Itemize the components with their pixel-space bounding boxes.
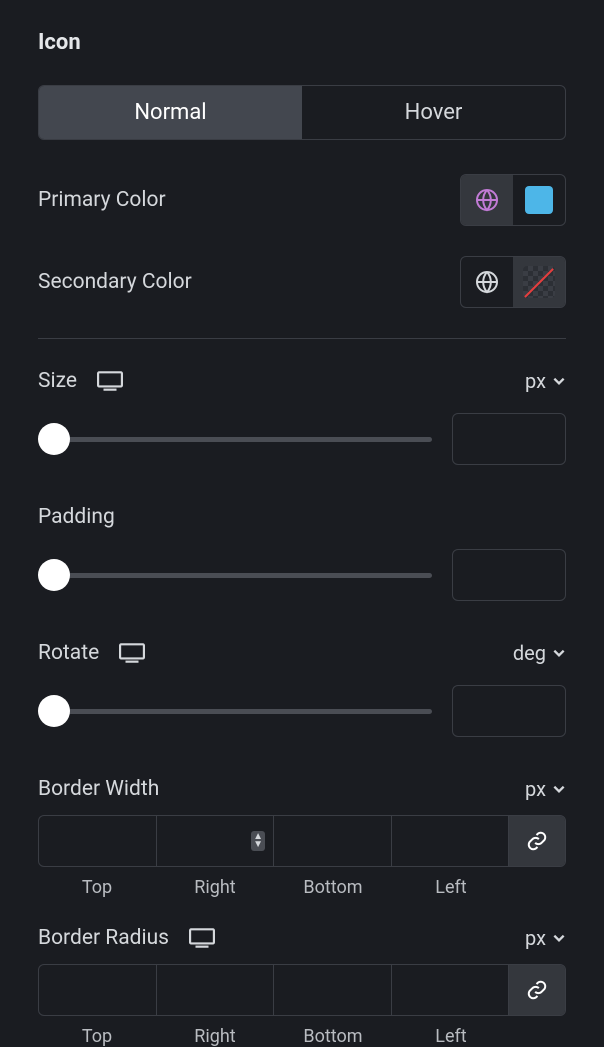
primary-color-global[interactable] (461, 175, 513, 225)
primary-color-label: Primary Color (38, 188, 166, 212)
desktop-icon[interactable] (97, 371, 123, 391)
link-icon (526, 979, 548, 1001)
rotate-label: Rotate (38, 641, 99, 665)
border-radius-inputs (38, 964, 566, 1016)
label-right: Right (156, 877, 274, 898)
secondary-color-global[interactable] (461, 257, 513, 307)
rotate-input[interactable] (452, 685, 566, 737)
border-radius-label: Border Radius (38, 926, 169, 950)
border-width-bottom[interactable] (274, 816, 392, 866)
primary-color-row: Primary Color (38, 174, 566, 226)
unit-label: px (525, 777, 546, 801)
section-title: Icon (38, 30, 566, 55)
size-unit-select[interactable]: px (525, 369, 566, 393)
border-radius-left[interactable] (392, 965, 510, 1015)
border-width-unit-select[interactable]: px (525, 777, 566, 801)
border-radius-row: Border Radius px (38, 926, 566, 950)
no-color-swatch (523, 266, 555, 298)
globe-icon (475, 188, 499, 212)
stepper-icon[interactable]: ▲▼ (251, 831, 265, 851)
border-radius-top[interactable] (39, 965, 157, 1015)
slider-track (38, 709, 432, 714)
padding-label: Padding (38, 505, 115, 529)
size-slider[interactable] (38, 424, 432, 454)
slider-track (38, 437, 432, 442)
secondary-color-row: Secondary Color (38, 256, 566, 308)
label-bottom: Bottom (274, 877, 392, 898)
slider-thumb[interactable] (38, 695, 70, 727)
padding-slider[interactable] (38, 560, 432, 590)
color-swatch (525, 186, 553, 214)
chevron-down-icon (552, 782, 566, 796)
border-width-left[interactable] (392, 816, 510, 866)
padding-row: Padding (38, 505, 566, 529)
padding-slider-row (38, 549, 566, 601)
rotate-row: Rotate deg (38, 641, 566, 665)
rotate-unit-select[interactable]: deg (513, 641, 566, 665)
border-width-side-labels: Top Right Bottom Left (38, 877, 566, 898)
desktop-icon[interactable] (119, 643, 145, 663)
rotate-slider[interactable] (38, 696, 432, 726)
border-width-inputs: ▲▼ (38, 815, 566, 867)
state-tabs: Normal Hover (38, 85, 566, 140)
tab-normal[interactable]: Normal (39, 86, 302, 139)
border-radius-right[interactable] (157, 965, 275, 1015)
border-width-row: Border Width px (38, 777, 566, 801)
primary-color-swatch[interactable] (513, 175, 565, 225)
slider-thumb[interactable] (38, 423, 70, 455)
size-input[interactable] (452, 413, 566, 465)
label-top: Top (38, 877, 156, 898)
chevron-down-icon (552, 646, 566, 660)
border-width-link[interactable] (509, 816, 565, 866)
unit-label: px (525, 369, 546, 393)
desktop-icon[interactable] (189, 928, 215, 948)
size-label: Size (38, 369, 77, 393)
unit-label: px (525, 926, 546, 950)
spacer (510, 877, 566, 898)
primary-color-group (460, 174, 566, 226)
rotate-slider-row (38, 685, 566, 737)
secondary-color-label: Secondary Color (38, 270, 192, 294)
border-width-top[interactable] (39, 816, 157, 866)
label-left: Left (392, 877, 510, 898)
size-row: Size px (38, 369, 566, 393)
border-width-label: Border Width (38, 777, 159, 801)
border-width-right[interactable]: ▲▼ (157, 816, 275, 866)
padding-input[interactable] (452, 549, 566, 601)
tab-hover[interactable]: Hover (302, 86, 565, 139)
divider (38, 338, 566, 339)
chevron-down-icon (552, 931, 566, 945)
size-slider-row (38, 413, 566, 465)
border-radius-link[interactable] (509, 965, 565, 1015)
slider-track (38, 573, 432, 578)
secondary-color-swatch[interactable] (513, 257, 565, 307)
border-radius-unit-select[interactable]: px (525, 926, 566, 950)
border-radius-bottom[interactable] (274, 965, 392, 1015)
slider-thumb[interactable] (38, 559, 70, 591)
chevron-down-icon (552, 374, 566, 388)
link-icon (526, 830, 548, 852)
secondary-color-group (460, 256, 566, 308)
unit-label: deg (513, 641, 546, 665)
globe-icon (475, 270, 499, 294)
